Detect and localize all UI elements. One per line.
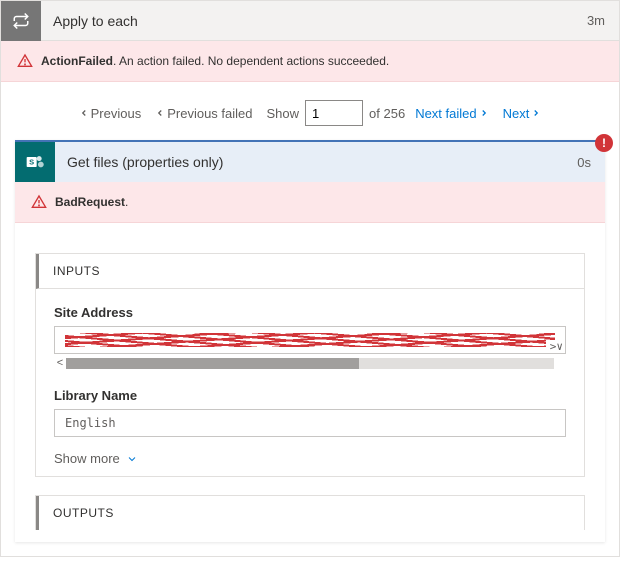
chevron-down-icon	[126, 453, 138, 465]
show-label: Show	[267, 106, 300, 121]
chevron-left-icon	[79, 108, 89, 118]
inputs-section: INPUTS Site Address [redacted URL] >∨ <	[35, 253, 585, 477]
outer-card-header: Apply to each 3m	[1, 1, 619, 41]
chevron-right-icon	[531, 108, 541, 118]
prev-failed-button[interactable]: Previous failed	[151, 104, 256, 123]
error-badge-icon: !	[595, 134, 613, 152]
next-button[interactable]: Next	[499, 104, 546, 123]
scroll-left-icon[interactable]: <	[54, 357, 66, 369]
site-address-field: Site Address [redacted URL] >∨ < >	[54, 305, 566, 370]
chevron-right-icon	[479, 108, 489, 118]
next-failed-button[interactable]: Next failed	[411, 104, 492, 123]
outputs-header: OUTPUTS	[36, 496, 584, 530]
svg-text:S: S	[29, 158, 34, 167]
outer-duration: 3m	[573, 13, 619, 28]
inner-duration: 0s	[563, 155, 605, 170]
of-total: of 256	[369, 106, 405, 121]
inner-card-header: S Get files (properties only) 0s	[15, 142, 605, 182]
chevron-left-icon	[155, 108, 165, 118]
prev-button[interactable]: Previous	[75, 104, 146, 123]
outputs-section: OUTPUTS	[35, 495, 585, 530]
page-input[interactable]	[305, 100, 363, 126]
show-more-button[interactable]: Show more	[54, 451, 138, 466]
site-address-value[interactable]: [redacted URL] >∨	[54, 326, 566, 354]
inner-error-text: BadRequest.	[55, 195, 128, 209]
inputs-header: INPUTS	[36, 254, 584, 289]
apply-to-each-card: Apply to each 3m ActionFailed. An action…	[0, 0, 620, 557]
loop-icon	[1, 1, 41, 41]
outer-error-text: ActionFailed. An action failed. No depen…	[41, 54, 389, 68]
site-address-label: Site Address	[54, 305, 566, 320]
library-name-field: Library Name English	[54, 388, 566, 437]
library-name-label: Library Name	[54, 388, 566, 403]
pager: Previous Previous failed Show of 256 Nex…	[1, 82, 619, 140]
warning-icon	[17, 53, 33, 69]
outer-error-banner: ActionFailed. An action failed. No depen…	[1, 41, 619, 82]
horizontal-scrollbar[interactable]: < >	[54, 356, 566, 370]
expand-icon[interactable]: >∨	[546, 340, 563, 353]
warning-icon	[31, 194, 47, 210]
sharepoint-icon: S	[15, 142, 55, 182]
outer-card-title: Apply to each	[41, 13, 573, 29]
library-name-value[interactable]: English	[54, 409, 566, 437]
inner-error-banner: BadRequest.	[15, 182, 605, 223]
get-files-card: ! S Get files (properties only) 0s	[15, 140, 605, 542]
inner-card-title: Get files (properties only)	[55, 154, 563, 170]
